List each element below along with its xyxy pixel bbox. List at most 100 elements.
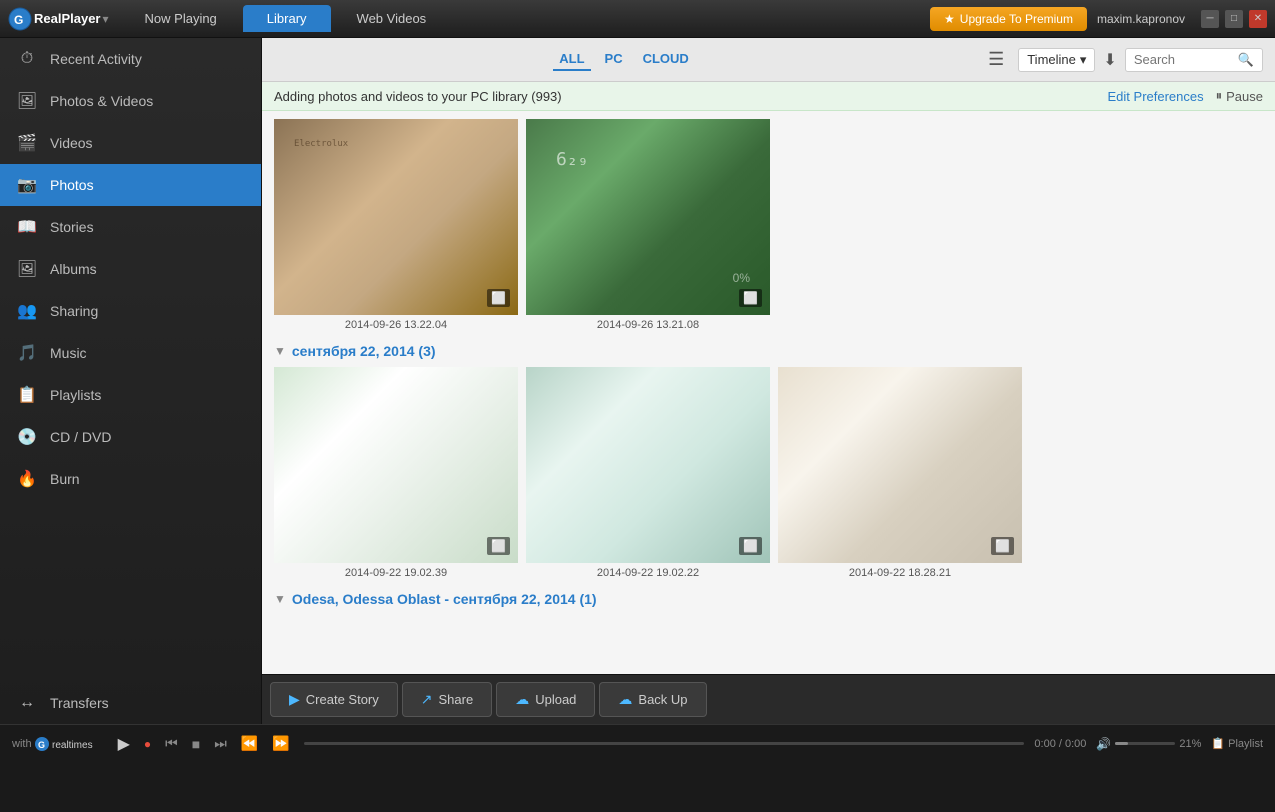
playlist-button[interactable]: 📋 Playlist [1211, 737, 1263, 750]
progress-area [304, 742, 1025, 745]
photo-item[interactable]: ⬜ 2014-09-22 18.28.21 [778, 367, 1022, 579]
create-story-button[interactable]: ▶ Create Story [270, 682, 398, 717]
photo-item[interactable]: Electrolux ⬜ 2014-09-26 13.22.04 [274, 119, 518, 331]
albums-icon: 🖼 [16, 258, 38, 280]
progress-track[interactable] [304, 742, 1025, 745]
search-input[interactable] [1134, 52, 1234, 67]
volume-fill [1115, 742, 1128, 745]
grid-menu-button[interactable]: ☰ [982, 47, 1010, 72]
skip-back-button[interactable]: ⏮ [161, 733, 182, 754]
date-section-sep22: ▼ сентября 22, 2014 (3) ⬜ 2014-09-22 19.… [274, 343, 1263, 579]
sidebar-item-label: Photos [50, 177, 94, 193]
sidebar-item-label: Albums [50, 261, 97, 277]
sidebar-item-cd-dvd[interactable]: 💿 CD / DVD [0, 416, 261, 458]
action-bar: ▶ Create Story ↗ Share ☁ Upload ☁ Back U… [262, 674, 1275, 724]
sidebar-item-label: Recent Activity [50, 51, 142, 67]
photo-item[interactable]: ⬜ 2014-09-22 19.02.39 [274, 367, 518, 579]
filter-all[interactable]: ALL [553, 48, 590, 71]
sidebar-item-label: CD / DVD [50, 429, 111, 445]
fast-forward-button[interactable]: ⏩ [268, 733, 293, 754]
realtimes-icon: G realtimes [34, 736, 94, 752]
tab-now-playing[interactable]: Now Playing [121, 5, 241, 32]
photo-timestamp: 2014-09-22 19.02.22 [526, 567, 770, 579]
skip-forward-button[interactable]: ⏭ [210, 733, 231, 754]
upload-button[interactable]: ☁ Upload [496, 682, 595, 717]
sidebar-item-stories[interactable]: 📖 Stories [0, 206, 261, 248]
date-section-header[interactable]: ▼ Odesa, Odessa Oblast - сентября 22, 20… [274, 591, 1263, 607]
photo-timestamp: 2014-09-26 13.22.04 [274, 319, 518, 331]
photo-item[interactable]: 6₂₉ 0% ⬜ 2014-09-26 13.21.08 [526, 119, 770, 331]
cd-dvd-icon: 💿 [16, 426, 38, 448]
screen-icon: ⬜ [991, 537, 1014, 555]
play-button[interactable]: ▶ [114, 732, 134, 756]
filter-cloud[interactable]: CLOUD [637, 48, 695, 71]
photo-content: Electrolux ⬜ 2014-09-26 13.22.04 6₂₉ 0% [262, 111, 1275, 674]
timeline-dropdown[interactable]: Timeline ▾ [1018, 48, 1095, 72]
maximize-button[interactable]: □ [1225, 10, 1243, 28]
title-bar: G RealPlayer ▾ Now Playing Library Web V… [0, 0, 1275, 38]
rewind-button[interactable]: ⏪ [237, 733, 262, 754]
upload-icon: ☁ [515, 691, 529, 708]
tab-web-videos[interactable]: Web Videos [333, 5, 451, 32]
sidebar-item-music[interactable]: 🎵 Music [0, 332, 261, 374]
sidebar-item-label: Videos [50, 135, 93, 151]
stories-icon: 📖 [16, 216, 38, 238]
date-section-header[interactable]: ▼ сентября 22, 2014 (3) [274, 343, 1263, 359]
sidebar-item-sharing[interactable]: 👥 Sharing [0, 290, 261, 332]
username-label: maxim.kapronov [1097, 12, 1185, 26]
record-button[interactable]: ● [140, 735, 155, 753]
clock-icon: ⏱ [16, 48, 38, 70]
screen-icon: ⬜ [487, 289, 510, 307]
download-button[interactable]: ⬇ [1103, 50, 1116, 70]
sidebar-item-label: Burn [50, 471, 80, 487]
backup-icon: ☁ [618, 691, 632, 708]
sidebar-item-label: Playlists [50, 387, 101, 403]
star-icon: ★ [944, 12, 955, 26]
play-icon: ▶ [289, 691, 300, 708]
sidebar-item-photos-videos[interactable]: 🖼 Photos & Videos [0, 80, 261, 122]
sidebar-item-photos[interactable]: 📷 Photos [0, 164, 261, 206]
pause-button[interactable]: ⏸ Pause [1216, 88, 1263, 104]
filter-pc[interactable]: PC [599, 48, 629, 71]
main-layout: ⏱ Recent Activity 🖼 Photos & Videos 🎬 Vi… [0, 38, 1275, 724]
volume-area: 🔊 21% [1096, 737, 1201, 751]
status-bar: Adding photos and videos to your PC libr… [262, 82, 1275, 111]
player-bar: with G realtimes ▶ ● ⏮ ■ ⏭ ⏪ ⏩ 0:00 / 0:… [0, 724, 1275, 762]
player-controls: ▶ ● ⏮ ■ ⏭ ⏪ ⏩ [114, 732, 294, 756]
sidebar-item-recent-activity[interactable]: ⏱ Recent Activity [0, 38, 261, 80]
svg-text:realtimes: realtimes [52, 740, 93, 751]
tab-library[interactable]: Library [243, 5, 331, 32]
video-icon: 🎬 [16, 132, 38, 154]
time-display: 0:00 / 0:00 [1034, 738, 1086, 750]
minimize-button[interactable]: ─ [1201, 10, 1219, 28]
upload-label: Upload [535, 692, 576, 707]
share-label: Share [439, 692, 474, 707]
sidebar-item-burn[interactable]: 🔥 Burn [0, 458, 261, 500]
photo-grid: ⬜ 2014-09-22 19.02.39 ⬜ 2014-09-22 19.02… [274, 367, 1263, 579]
sidebar-item-label: Transfers [50, 695, 109, 711]
logo-dropdown[interactable]: ▾ [103, 12, 109, 26]
sidebar-item-playlists[interactable]: 📋 Playlists [0, 374, 261, 416]
volume-bar[interactable] [1115, 742, 1175, 745]
sidebar-item-albums[interactable]: 🖼 Albums [0, 248, 261, 290]
sidebar-item-label: Sharing [50, 303, 98, 319]
photo-item[interactable]: ⬜ 2014-09-22 19.02.22 [526, 367, 770, 579]
svg-text:G: G [38, 740, 45, 750]
realtimes-logo: with G realtimes [12, 736, 94, 752]
music-icon: 🎵 [16, 342, 38, 364]
timeline-label: Timeline [1027, 52, 1076, 67]
stop-button[interactable]: ■ [188, 734, 204, 754]
close-button[interactable]: ✕ [1249, 10, 1267, 28]
sidebar-item-transfers[interactable]: ↔ Transfers [0, 682, 261, 724]
photo-thumbnail: Electrolux ⬜ [274, 119, 518, 315]
share-button[interactable]: ↗ Share [402, 682, 492, 717]
edit-preferences-link[interactable]: Edit Preferences [1108, 89, 1204, 104]
upgrade-button[interactable]: ★ Upgrade To Premium [930, 7, 1087, 31]
screen-icon: ⬜ [739, 537, 762, 555]
photo-timestamp: 2014-09-22 18.28.21 [778, 567, 1022, 579]
photo-video-icon: 🖼 [16, 90, 38, 112]
photo-timestamp: 2014-09-26 13.21.08 [526, 319, 770, 331]
sidebar-item-videos[interactable]: 🎬 Videos [0, 122, 261, 164]
photo-grid: Electrolux ⬜ 2014-09-26 13.22.04 6₂₉ 0% [274, 119, 1263, 331]
backup-button[interactable]: ☁ Back Up [599, 682, 706, 717]
